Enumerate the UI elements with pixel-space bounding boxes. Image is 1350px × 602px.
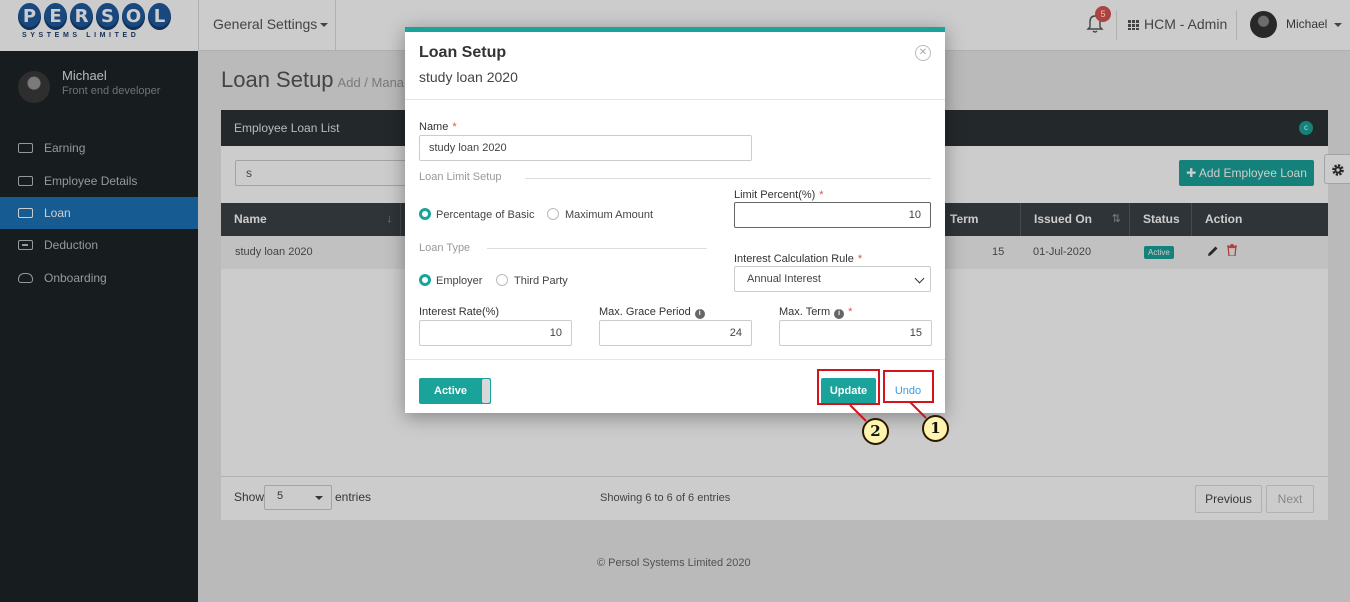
radio-employer[interactable] bbox=[419, 274, 431, 286]
radio-label: Third Party bbox=[514, 275, 568, 287]
section-divider bbox=[525, 178, 931, 179]
limit-percent-input[interactable]: 10 bbox=[734, 202, 931, 228]
interest-rule-value: Annual Interest bbox=[747, 273, 821, 285]
radio-percentage-of-basic[interactable] bbox=[419, 208, 431, 220]
name-input[interactable]: study loan 2020 bbox=[419, 135, 752, 161]
callout-1: 1 bbox=[922, 415, 949, 442]
interest-rule-label: Interest Calculation Rule * bbox=[734, 253, 863, 265]
update-button-highlight bbox=[817, 369, 880, 405]
name-label: Name * bbox=[419, 121, 457, 133]
info-icon: i bbox=[694, 309, 705, 319]
undo-button-highlight bbox=[883, 370, 934, 403]
chevron-down-icon bbox=[914, 273, 925, 284]
loan-setup-modal: Loan Setup study loan 2020 ✕ Name * study… bbox=[405, 27, 945, 413]
section-divider bbox=[487, 248, 707, 249]
limit-percent-label: Limit Percent(%) * bbox=[734, 189, 824, 201]
toggle-knob bbox=[482, 379, 490, 403]
interest-rule-select[interactable]: Annual Interest bbox=[734, 266, 931, 292]
radio-label: Maximum Amount bbox=[565, 209, 654, 221]
callout-2: 2 bbox=[862, 418, 889, 445]
active-toggle[interactable]: Active bbox=[419, 378, 491, 404]
modal-footer-divider bbox=[405, 359, 945, 360]
modal-title: Loan Setup bbox=[419, 44, 507, 61]
interest-rate-label: Interest Rate(%) bbox=[419, 306, 500, 318]
max-term-label: Max. Term i * bbox=[779, 306, 853, 319]
grace-period-input[interactable]: 24 bbox=[599, 320, 752, 346]
max-term-input[interactable]: 15 bbox=[779, 320, 932, 346]
radio-label: Employer bbox=[436, 275, 483, 287]
info-icon: i bbox=[834, 309, 845, 319]
close-icon[interactable]: ✕ bbox=[915, 45, 931, 61]
loan-limit-section-label: Loan Limit Setup bbox=[419, 171, 502, 183]
radio-label: Percentage of Basic bbox=[436, 209, 535, 221]
loan-type-section-label: Loan Type bbox=[419, 242, 471, 254]
active-toggle-label: Active bbox=[434, 385, 468, 397]
grace-period-label: Max. Grace Period i bbox=[599, 306, 705, 319]
modal-header-divider bbox=[405, 99, 945, 100]
interest-rate-input[interactable]: 10 bbox=[419, 320, 572, 346]
radio-third-party[interactable] bbox=[496, 274, 508, 286]
radio-maximum-amount[interactable] bbox=[547, 208, 559, 220]
modal-subtitle: study loan 2020 bbox=[419, 69, 518, 85]
